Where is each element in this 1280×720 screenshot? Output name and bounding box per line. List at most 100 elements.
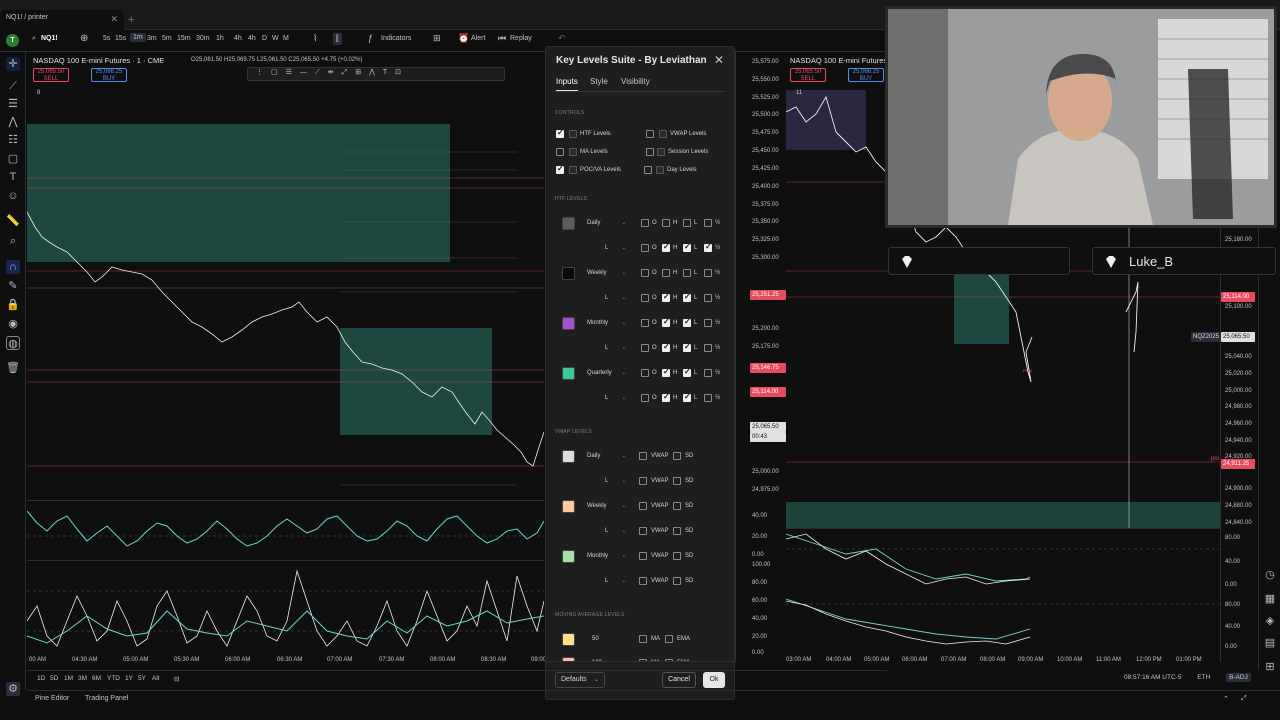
trendline-icon[interactable]: ⟋ bbox=[6, 79, 20, 93]
vwap-monthly-vwap-checkbox[interactable] bbox=[639, 577, 647, 585]
htf-daily-opt-checkbox[interactable] bbox=[662, 219, 670, 227]
replay-button[interactable]: Replay bbox=[510, 35, 532, 42]
htf-monthly-sub-opt-checkbox[interactable] bbox=[641, 344, 649, 352]
vwap-weekly-vwap-checkbox[interactable] bbox=[639, 527, 647, 535]
oscillator-pane-1[interactable] bbox=[26, 500, 545, 560]
tf-w[interactable]: W bbox=[272, 35, 279, 42]
htf-weekly-color-swatch[interactable] bbox=[562, 267, 575, 280]
pencil-lock-icon[interactable]: ✎ bbox=[6, 279, 20, 293]
vwap-monthly-timeframe-select[interactable]: Monthly ⌄ bbox=[582, 550, 630, 563]
htf-quarterly-sub-opt-checkbox[interactable] bbox=[641, 394, 649, 402]
ma-ma-checkbox[interactable] bbox=[639, 635, 647, 643]
tf-3m[interactable]: 3m bbox=[147, 35, 157, 42]
htf-daily-sub-opt-checkbox[interactable] bbox=[641, 244, 649, 252]
ma-ema-checkbox[interactable] bbox=[665, 635, 673, 643]
htf-monthly-sub-opt-checkbox[interactable] bbox=[704, 344, 712, 352]
vwap-monthly-sd-checkbox[interactable] bbox=[673, 577, 681, 585]
buy-button-right[interactable]: 25,066.25 BUY bbox=[848, 68, 884, 82]
magnet-icon[interactable]: ∩ bbox=[6, 260, 20, 274]
status-time[interactable]: 08:57:16 AM UTC-5 ETH B-ADJ bbox=[1124, 673, 1251, 682]
vwap-daily-sd-checkbox[interactable] bbox=[673, 452, 681, 460]
oscillator-pane-2[interactable] bbox=[26, 560, 545, 655]
session-toggle[interactable]: ETH bbox=[1197, 674, 1210, 681]
notification-icon[interactable]: ◈ bbox=[1263, 614, 1277, 628]
vwap-daily-timeframe-select[interactable]: Daily ⌄ bbox=[582, 450, 630, 463]
tf-5m[interactable]: 5m bbox=[162, 35, 172, 42]
vwap-weekly-sd-checkbox[interactable] bbox=[673, 527, 681, 535]
layout-icon[interactable]: ⊞ bbox=[433, 33, 441, 44]
pattern-icon[interactable]: ⋀ bbox=[6, 115, 20, 129]
htf-quarterly-opt-checkbox[interactable] bbox=[641, 369, 649, 377]
tf-4h[interactable]: 4h bbox=[234, 35, 242, 42]
htf-weekly-opt-checkbox[interactable] bbox=[683, 269, 691, 277]
buy-button[interactable]: 25,066.25 BUY bbox=[91, 68, 127, 82]
tf-5s[interactable]: 5s bbox=[103, 35, 110, 42]
text-icon[interactable]: T bbox=[6, 170, 20, 184]
indicators-button[interactable]: Indicators bbox=[381, 35, 411, 42]
day-levels-checkbox[interactable] bbox=[644, 166, 652, 174]
ruler-icon[interactable]: 📏 bbox=[6, 214, 20, 228]
tf-15m[interactable]: 15m bbox=[177, 35, 191, 42]
htf-weekly-sub-opt-checkbox[interactable] bbox=[662, 292, 670, 302]
add-symbol-icon[interactable]: ⊕ bbox=[80, 33, 88, 44]
ma-levels-checkbox[interactable] bbox=[556, 148, 564, 156]
tf-d[interactable]: D bbox=[262, 35, 267, 42]
vwap-daily-vwap-checkbox[interactable] bbox=[639, 452, 647, 460]
vwap-levels-checkbox[interactable] bbox=[646, 130, 654, 138]
line-chart-icon[interactable]: ⌇ bbox=[313, 33, 317, 44]
htf-daily-opt-checkbox[interactable] bbox=[704, 219, 712, 227]
sell-button-right[interactable]: 25,065.50 SELL bbox=[790, 68, 826, 82]
vwap-weekly-line-style-select[interactable]: L ⌄ bbox=[582, 525, 630, 538]
range-ytd[interactable]: YTD bbox=[107, 675, 120, 682]
htf-weekly-sub-opt-checkbox[interactable] bbox=[704, 294, 712, 302]
htf-daily-timeframe-select[interactable]: Daily ⌄ bbox=[582, 217, 630, 230]
tab-inputs[interactable]: Inputs bbox=[556, 77, 578, 92]
vwap-weekly-sd-checkbox[interactable] bbox=[673, 502, 681, 510]
htf-quarterly-line-style-select[interactable]: L ⌄ bbox=[582, 392, 630, 405]
tab-style[interactable]: Style bbox=[590, 77, 608, 86]
clock-icon[interactable]: ◷ bbox=[1263, 568, 1277, 582]
htf-monthly-opt-checkbox[interactable] bbox=[704, 319, 712, 327]
range-6m[interactable]: 6M bbox=[92, 675, 101, 682]
session-levels-checkbox[interactable] bbox=[646, 148, 654, 156]
candle-chart-icon[interactable]: ⫿ bbox=[333, 33, 342, 45]
range-1m[interactable]: 1M bbox=[64, 675, 73, 682]
htf-monthly-timeframe-select[interactable]: Monthly ⌄ bbox=[582, 317, 630, 330]
htf-daily-opt-checkbox[interactable] bbox=[641, 219, 649, 227]
tf-30m[interactable]: 30m bbox=[196, 35, 210, 42]
search-icon[interactable]: ⌕ bbox=[32, 35, 36, 43]
htf-daily-sub-opt-checkbox[interactable] bbox=[704, 242, 712, 252]
vwap-daily-line-style-select[interactable]: L ⌄ bbox=[582, 475, 630, 488]
adjustment-toggle[interactable]: B-ADJ bbox=[1226, 673, 1251, 682]
ma-levels-color-checkbox[interactable] bbox=[569, 148, 577, 156]
vwap-monthly-color-swatch[interactable] bbox=[562, 550, 575, 563]
close-icon[interactable]: ✕ bbox=[110, 14, 118, 25]
htf-daily-sub-opt-checkbox[interactable] bbox=[683, 242, 691, 252]
htf-monthly-opt-checkbox[interactable] bbox=[662, 317, 670, 327]
eye-icon[interactable]: ◉ bbox=[6, 317, 20, 331]
htf-quarterly-sub-opt-checkbox[interactable] bbox=[704, 394, 712, 402]
range-1y[interactable]: 1Y bbox=[125, 675, 133, 682]
grid-icon[interactable]: ⊞ bbox=[1263, 660, 1277, 674]
symbol-search[interactable]: NQ1! bbox=[41, 35, 58, 42]
htf-weekly-line-style-select[interactable]: L ⌄ bbox=[582, 292, 630, 305]
htf-monthly-color-swatch[interactable] bbox=[562, 317, 575, 330]
vwap-daily-vwap-checkbox[interactable] bbox=[639, 477, 647, 485]
emoji-icon[interactable]: ☺ bbox=[6, 189, 20, 203]
htf-daily-color-swatch[interactable] bbox=[562, 217, 575, 230]
range-all[interactable]: All bbox=[152, 675, 159, 682]
drawing-floating-toolbar[interactable]: ⋮▢☰—⟋⇹⤢⊞⋀T⊡ bbox=[247, 67, 505, 81]
htf-monthly-sub-opt-checkbox[interactable] bbox=[683, 342, 691, 352]
htf-weekly-opt-checkbox[interactable] bbox=[704, 269, 712, 277]
trading-panel-tab[interactable]: Trading Panel bbox=[85, 695, 128, 702]
zoom-icon[interactable]: ⌕ bbox=[6, 234, 20, 248]
htf-monthly-line-style-select[interactable]: L ⌄ bbox=[582, 342, 630, 355]
htf-weekly-sub-opt-checkbox[interactable] bbox=[683, 292, 691, 302]
htf-monthly-opt-checkbox[interactable] bbox=[683, 317, 691, 327]
close-icon[interactable]: ✕ bbox=[714, 53, 724, 67]
range-1d[interactable]: 1D bbox=[37, 675, 45, 682]
htf-quarterly-sub-opt-checkbox[interactable] bbox=[662, 392, 670, 402]
htf-daily-sub-opt-checkbox[interactable] bbox=[662, 242, 670, 252]
pine-editor-tab[interactable]: Pine Editor bbox=[35, 695, 69, 702]
indicator-count-right[interactable]: 11 bbox=[796, 90, 802, 96]
